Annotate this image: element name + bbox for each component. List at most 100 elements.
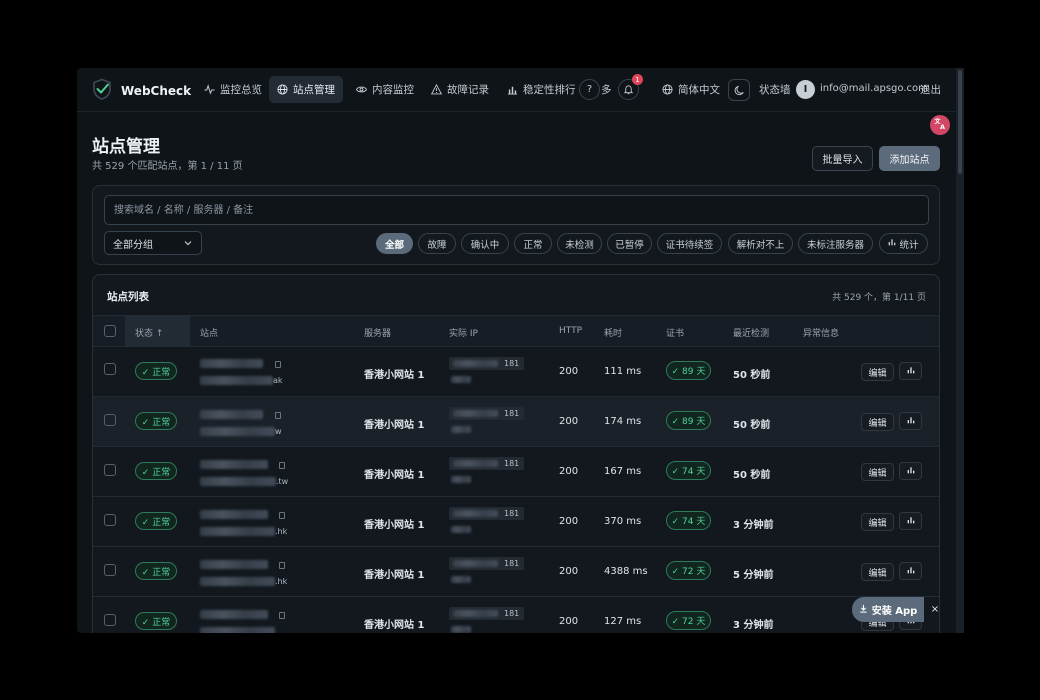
th-status[interactable]: 状态 ↑: [135, 326, 163, 339]
row-checkbox[interactable]: [104, 514, 116, 526]
chip-dns-mismatch[interactable]: 解析对不上: [728, 233, 793, 254]
copy-icon[interactable]: [275, 412, 281, 419]
chip-unlabeled-server[interactable]: 未标注服务器: [798, 233, 873, 254]
bar-chart-icon: [907, 466, 915, 477]
bar-chart-icon: [907, 416, 915, 427]
server-name: 香港小网站 1: [364, 570, 425, 581]
translate-icon: 文A: [933, 117, 947, 133]
status-wall-link[interactable]: 状态墙: [759, 82, 791, 97]
nav-overview[interactable]: 监控总览: [195, 76, 270, 103]
stats-button[interactable]: [899, 362, 922, 380]
latency: 167 ms: [604, 466, 642, 477]
copy-icon[interactable]: [279, 562, 285, 569]
add-site-button[interactable]: 添加站点: [879, 146, 940, 171]
last-check: 50 秒前: [733, 420, 771, 431]
last-check: 50 秒前: [733, 370, 771, 381]
row-checkbox[interactable]: [104, 614, 116, 626]
table-row[interactable]: ✓ 正常 .hk 香港小网站 1 181 200 370 ms ✓ 74 天 3…: [93, 497, 939, 547]
stats-button[interactable]: [899, 562, 922, 580]
th-cert[interactable]: 证书: [666, 326, 684, 339]
logout-link[interactable]: 退出: [920, 82, 941, 97]
eye-icon: [355, 84, 367, 96]
brand[interactable]: WebCheck: [91, 78, 191, 104]
th-site[interactable]: 站点: [200, 326, 218, 339]
nav-stability-ranking-label: 稳定性排行: [523, 84, 576, 96]
th-last-check[interactable]: 最近检测: [733, 326, 769, 339]
server-name: 香港小网站 1: [364, 420, 425, 431]
http-code: 200: [559, 616, 579, 627]
edit-button[interactable]: 编辑: [861, 563, 894, 581]
chip-paused[interactable]: 已暂停: [607, 233, 652, 254]
avatar[interactable]: I: [796, 80, 815, 99]
edit-button[interactable]: 编辑: [861, 363, 894, 381]
edit-button[interactable]: 编辑: [861, 413, 894, 431]
search-input[interactable]: [104, 195, 929, 225]
row-checkbox[interactable]: [104, 464, 116, 476]
stats-button[interactable]: [899, 462, 922, 480]
language-switcher[interactable]: 简体中文: [653, 76, 728, 103]
status-badge: ✓ 正常: [135, 412, 177, 430]
last-check: 50 秒前: [733, 470, 771, 481]
chip-stats-label: 统计: [899, 239, 919, 251]
edit-button[interactable]: 编辑: [861, 463, 894, 481]
globe-icon: [661, 84, 673, 96]
row-checkbox[interactable]: [104, 564, 116, 576]
redacted-site-domain: [200, 577, 275, 586]
nav-site-management[interactable]: 站点管理: [269, 76, 343, 103]
nav-stability-ranking[interactable]: 稳定性排行: [498, 76, 584, 103]
table-row[interactable]: ✓ 正常 ak 香港小网站 1 181 200 111 ms ✓ 89 天 50…: [93, 347, 939, 397]
table-row[interactable]: ✓ 正常 香港小网站 1 181 200 127 ms ✓ 72 天 3 分钟前…: [93, 597, 939, 633]
stats-button[interactable]: [899, 512, 922, 530]
edit-button[interactable]: 编辑: [861, 513, 894, 531]
nav-content-monitor-label: 内容监控: [372, 84, 414, 96]
more-menu[interactable]: 多: [601, 82, 612, 97]
bulk-import-button[interactable]: 批量导入: [812, 146, 873, 171]
th-http[interactable]: HTTP: [559, 326, 582, 336]
redacted-ip: [453, 460, 498, 467]
table-row[interactable]: ✓ 正常 .hk 香港小网站 1 181 200 4388 ms ✓ 72 天 …: [93, 547, 939, 597]
chip-unchecked[interactable]: 未检测: [557, 233, 602, 254]
redacted-site-name: [200, 560, 268, 569]
install-app-button[interactable]: 安装 App: [852, 597, 924, 622]
chip-stats[interactable]: 统计: [879, 233, 928, 254]
bar-chart-icon: [506, 84, 518, 96]
install-close-button[interactable]: ×: [928, 602, 942, 616]
cert-badge: ✓ 89 天: [666, 411, 711, 430]
notification-badge: 1: [632, 74, 643, 85]
select-all-checkbox[interactable]: [104, 325, 116, 337]
scrollbar-thumb[interactable]: [958, 70, 962, 174]
question-icon: ?: [586, 84, 593, 95]
table-row[interactable]: ✓ 正常 .tw 香港小网站 1 181 200 167 ms ✓ 74 天 5…: [93, 447, 939, 497]
chip-confirming[interactable]: 确认中: [461, 233, 509, 254]
th-server[interactable]: 服务器: [364, 326, 391, 339]
latency: 174 ms: [604, 416, 642, 427]
group-select[interactable]: 全部分组: [104, 231, 202, 255]
copy-icon[interactable]: [275, 361, 281, 368]
redacted-ip-2: [451, 576, 471, 583]
ip-suffix: 181: [504, 609, 520, 618]
th-error[interactable]: 异常信息: [803, 326, 839, 339]
translate-button[interactable]: 文A: [930, 115, 950, 135]
chip-all[interactable]: 全部: [376, 233, 413, 254]
chip-normal[interactable]: 正常: [514, 233, 552, 254]
help-button[interactable]: ?: [579, 79, 600, 100]
table-row[interactable]: ✓ 正常 w 香港小网站 1 181 200 174 ms ✓ 89 天 50 …: [93, 397, 939, 447]
chevron-down-icon: [183, 238, 193, 251]
th-ip[interactable]: 实际 IP: [449, 326, 478, 339]
nav-content-monitor[interactable]: 内容监控: [347, 76, 422, 103]
redacted-site-name: [200, 359, 263, 368]
nav-site-management-label: 站点管理: [293, 84, 335, 96]
row-checkbox[interactable]: [104, 414, 116, 426]
row-checkbox[interactable]: [104, 363, 116, 375]
chip-down[interactable]: 故障: [418, 233, 456, 254]
http-code: 200: [559, 466, 579, 477]
chip-cert-renewal[interactable]: 证书待续签: [657, 233, 722, 254]
last-check: 5 分钟前: [733, 570, 774, 581]
copy-icon[interactable]: [279, 462, 285, 469]
theme-toggle-button[interactable]: [728, 79, 750, 101]
stats-button[interactable]: [899, 412, 922, 430]
copy-icon[interactable]: [279, 612, 285, 619]
th-latency[interactable]: 耗时: [604, 326, 622, 339]
nav-incident-log[interactable]: 故障记录: [422, 76, 497, 103]
copy-icon[interactable]: [279, 512, 285, 519]
